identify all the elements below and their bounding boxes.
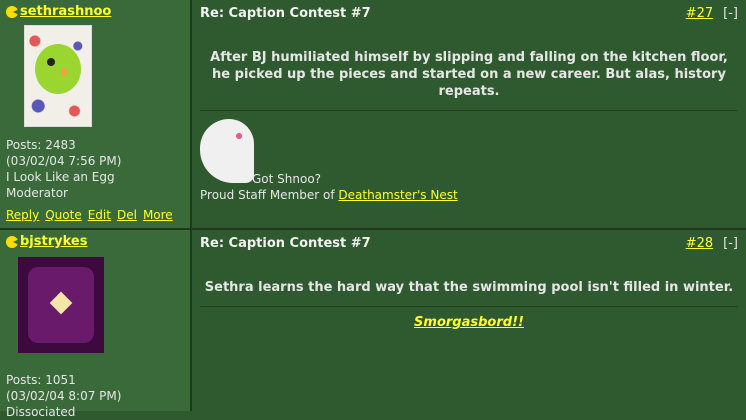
author-username[interactable]: bjstrykes — [20, 234, 87, 249]
post-meta: #27 [-] — [686, 6, 738, 21]
signature: Smorgasbord!! — [200, 315, 738, 330]
pacman-icon — [6, 235, 19, 248]
post-date: (03/02/04 8:07 PM) — [6, 389, 122, 403]
quote-button[interactable]: Quote — [45, 208, 81, 222]
author-stats: Posts: 2483 (03/02/04 7:56 PM) I Look Li… — [6, 137, 121, 201]
reply-button[interactable]: Reply — [6, 208, 39, 222]
sig-line: Got Shnoo? — [252, 172, 322, 186]
post-subject: Re: Caption Contest #7 — [200, 6, 371, 21]
post-date: (03/02/04 7:56 PM) — [6, 154, 122, 168]
post-meta: #28 [-] — [686, 236, 738, 251]
post-body: After BJ humiliated himself by slipping … — [210, 50, 728, 99]
edit-button[interactable]: Edit — [88, 208, 111, 222]
post-actions: Reply Quote Edit Del More — [6, 208, 173, 222]
sig-prefix: Proud Staff Member of — [200, 188, 339, 202]
posts-count: Posts: 2483 — [6, 138, 76, 152]
post-content: Re: Caption Contest #7 #27 [-] After BJ … — [192, 0, 746, 228]
posts-count: Posts: 1051 — [6, 373, 76, 387]
pacman-icon — [6, 5, 19, 18]
author-role: Moderator — [6, 186, 68, 200]
collapse-toggle[interactable]: [-] — [723, 6, 738, 21]
avatar — [24, 25, 92, 127]
collapse-toggle[interactable]: [-] — [723, 236, 738, 251]
author-row: bjstrykes — [6, 234, 184, 249]
author-stats: Posts: 1051 (03/02/04 8:07 PM) Dissociat… — [6, 372, 121, 420]
author-username[interactable]: sethrashnoo — [20, 4, 111, 19]
author-title: Dissociated — [6, 405, 76, 419]
post-content: Re: Caption Contest #7 #28 [-] Sethra le… — [192, 230, 746, 411]
post-author-panel: bjstrykes Posts: 1051 (03/02/04 8:07 PM)… — [0, 230, 192, 419]
post-27: sethrashnoo Posts: 2483 (03/02/04 7:56 P… — [0, 0, 746, 230]
avatar — [18, 257, 104, 353]
post-author-panel: sethrashnoo Posts: 2483 (03/02/04 7:56 P… — [0, 0, 192, 228]
sig-line: Proud Staff Member of Deathamster's Nest — [200, 187, 458, 203]
signature: Got Shnoo? Proud Staff Member of Deatham… — [200, 119, 738, 203]
sig-link[interactable]: Deathamster's Nest — [338, 188, 457, 202]
divider — [200, 306, 738, 307]
post-number-link[interactable]: #28 — [686, 236, 713, 251]
ghost-icon — [200, 119, 254, 183]
post-body: Sethra learns the hard way that the swim… — [204, 280, 734, 295]
more-button[interactable]: More — [143, 208, 173, 222]
post-number-link[interactable]: #27 — [686, 6, 713, 21]
delete-button[interactable]: Del — [117, 208, 137, 222]
post-28: bjstrykes Posts: 1051 (03/02/04 8:07 PM)… — [0, 230, 746, 419]
author-row: sethrashnoo — [6, 4, 184, 19]
divider — [200, 110, 738, 111]
sig-link[interactable]: Smorgasbord!! — [414, 315, 524, 330]
author-title: I Look Like an Egg — [6, 170, 115, 184]
post-subject: Re: Caption Contest #7 — [200, 236, 371, 251]
